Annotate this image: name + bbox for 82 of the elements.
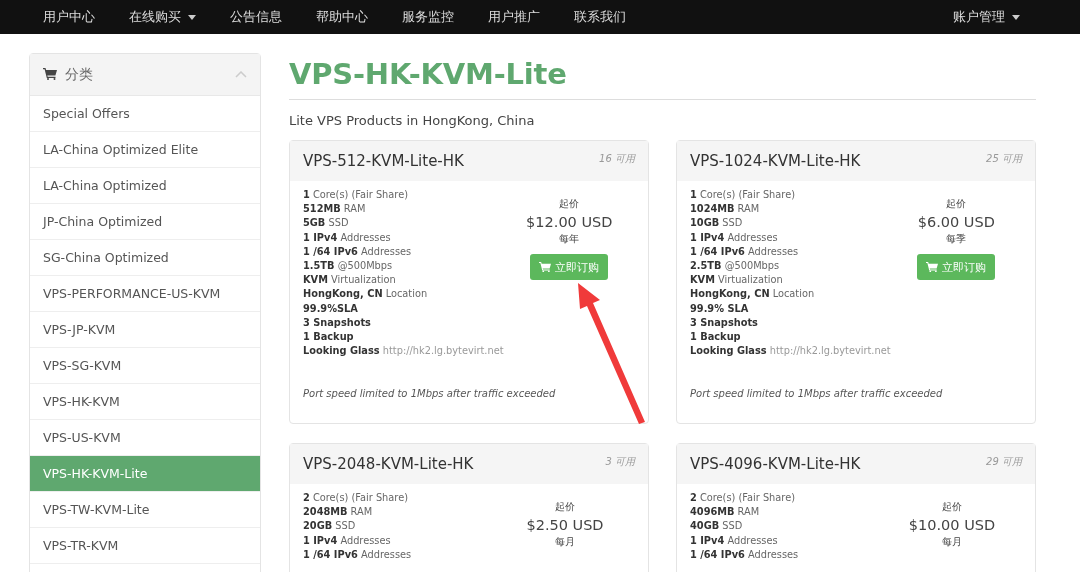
spec-line: 2048MB RAM [303, 505, 374, 520]
price: $10.00 USD [908, 517, 996, 533]
billing-cycle: 每月 [555, 535, 575, 549]
category-link[interactable]: JP-China Optimized [30, 204, 260, 240]
price-label: 起价 [946, 197, 967, 211]
spec-line: 20GB SSD [303, 519, 357, 534]
spec-line: 1 /64 IPv6 Addresses [303, 547, 413, 562]
billing-cycle: 每月 [942, 535, 962, 549]
price-label: 起价 [555, 500, 575, 514]
nav-link[interactable]: 服务监控 [402, 8, 454, 26]
category-link[interactable]: VPS-SG-KVM [30, 348, 260, 384]
category-link[interactable]: SG-China Optimized [30, 240, 260, 276]
product-note: Port speed limited to 1Mbps after traffic exceeded [302, 387, 557, 400]
account-menu[interactable]: 账户管理 [953, 8, 1020, 26]
spec-line: KVM Virtualization [303, 273, 397, 288]
panel-title: 分类 [65, 65, 94, 84]
page-title: VPS-HK-KVM-Lite [289, 57, 1036, 100]
category-link[interactable]: VPS-PERFORMANCE-US-KVM [30, 276, 260, 312]
spec-line: 40GB SSD [690, 519, 744, 534]
price: $6.00 USD [917, 214, 995, 230]
category-link[interactable]: VPS-TW-KVM-Lite [30, 492, 260, 528]
chevron-icon[interactable] [235, 71, 247, 78]
category-link[interactable]: Special Offers [30, 96, 260, 132]
product-name: VPS-1024-KVM-Lite-HK [690, 152, 862, 170]
price-label: 起价 [559, 197, 580, 211]
billing-cycle: 每年 [559, 232, 580, 246]
spec-line: 2.5TB @500Mbps [690, 259, 781, 273]
spec-line: 5GB SSD [303, 216, 350, 231]
spec-line: 3 Snapshots [690, 315, 759, 330]
spec-line: 3 Snapshots [303, 315, 372, 330]
product-name: VPS-512-KVM-Lite-HK [303, 152, 465, 170]
spec-line: 10GB SSD [690, 216, 744, 231]
spec-line: 1 IPv4 Addresses [303, 533, 392, 548]
spec-line: 1 IPv4 Addresses [690, 230, 779, 245]
spec-line: 1 IPv4 Addresses [303, 230, 392, 245]
spec-line: 1 /64 IPv6 Addresses [303, 244, 413, 259]
spec-line: HongKong, CN Location [690, 287, 816, 302]
spec-line: 4096MB RAM [690, 505, 761, 520]
billing-cycle: 每季 [946, 232, 967, 246]
spec-line: 2 Core(s) (Fair Share) [690, 491, 796, 505]
spec-line: 1024MB RAM [690, 202, 761, 217]
product-name: VPS-2048-KVM-Lite-HK [303, 455, 475, 473]
spec-line: 1 Backup [690, 330, 742, 345]
category-link[interactable]: VPS-TR-KVM [30, 528, 260, 564]
spec-line: 1 /64 IPv6 Addresses [690, 547, 800, 562]
nav-link[interactable]: 在线购买 [129, 8, 196, 26]
product-name: VPS-4096-KVM-Lite-HK [690, 455, 862, 473]
spec-line: 99.9%SLA [303, 301, 359, 316]
category-link[interactable]: LA-China Optimized [30, 168, 260, 204]
cart-icon [539, 261, 552, 273]
page-subtitle: Lite VPS Products in HongKong, China [289, 113, 536, 128]
cart-icon [926, 261, 939, 273]
price: $2.50 USD [526, 517, 604, 533]
spec-line: 1 Core(s) (Fair Share) [303, 188, 409, 202]
spec-line: 99.9% SLA [690, 301, 750, 316]
spec-line: 1.5TB @500Mbps [303, 259, 394, 273]
price: $12.00 USD [526, 214, 613, 230]
nav-link[interactable]: 帮助中心 [316, 8, 368, 26]
nav-link[interactable]: 用户中心 [43, 8, 95, 26]
category-link[interactable]: VPS-JP-KVM [30, 312, 260, 348]
stock-count: 16 可用 [599, 152, 635, 166]
cart-icon [43, 68, 57, 81]
nav-link[interactable]: 联系我们 [574, 8, 626, 26]
spec-line: 512MB RAM [303, 202, 367, 217]
spec-line: 1 IPv4 Addresses [690, 533, 779, 548]
stock-count: 29 可用 [986, 455, 1022, 469]
spec-line: 2 Core(s) (Fair Share) [303, 491, 409, 505]
spec-line: KVM Virtualization [690, 273, 784, 288]
product-note: Port speed limited to 1Mbps after traffic exceeded [689, 387, 944, 400]
spec-line: 1 Core(s) (Fair Share) [690, 188, 796, 202]
spec-line: HongKong, CN Location [303, 287, 429, 302]
stock-count: 25 可用 [986, 152, 1022, 166]
nav-link[interactable]: 公告信息 [230, 8, 282, 26]
spec-line: Looking Glass http://hk2.lg.bytevirt.net [303, 344, 504, 359]
nav-link[interactable]: 用户推广 [488, 8, 540, 26]
spec-line: 1 /64 IPv6 Addresses [690, 244, 800, 259]
stock-count: 3 可用 [605, 455, 635, 469]
category-link[interactable]: VPS-HK-KVM [30, 384, 260, 420]
spec-line: 1 Backup [303, 330, 355, 345]
price-label: 起价 [942, 500, 962, 514]
spec-line: Looking Glass http://hk2.lg.bytevirt.net [690, 344, 891, 359]
category-link[interactable]: LA-China Optimized Elite [30, 132, 260, 168]
